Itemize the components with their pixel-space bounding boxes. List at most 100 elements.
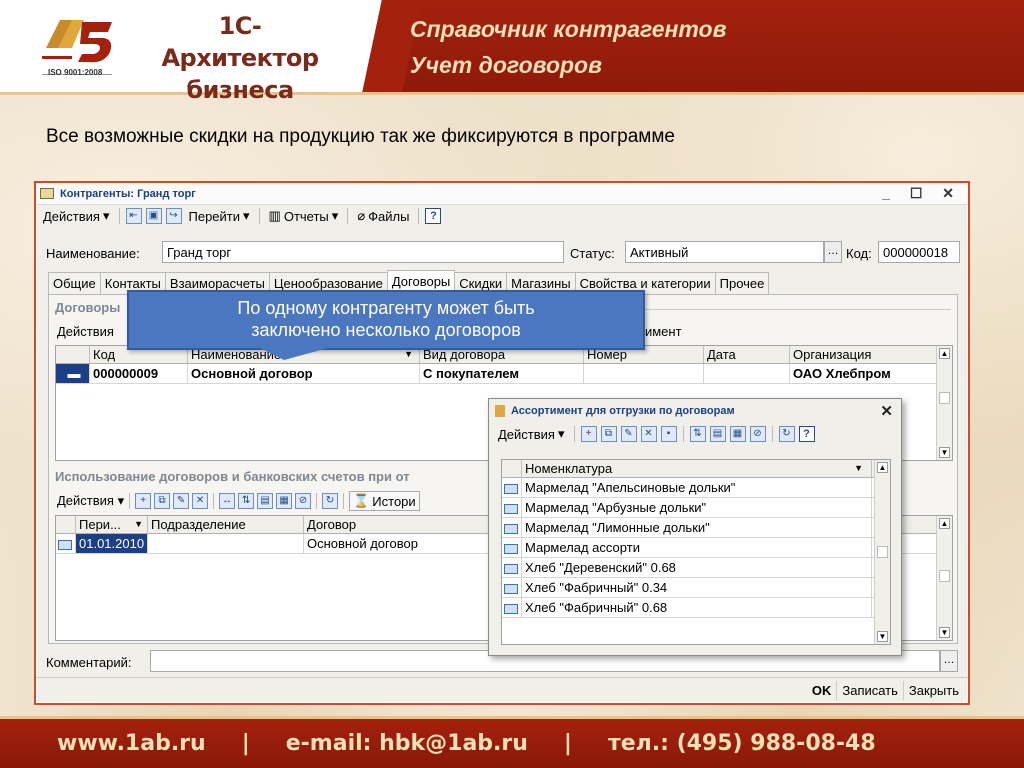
usage-section-title: Использование договоров и банковских сче…: [55, 469, 410, 484]
window-controls[interactable]: _ ☐ ✕: [882, 185, 962, 202]
list-item[interactable]: Мармелад "Апельсиновые дольки": [502, 478, 890, 498]
edit-icon[interactable]: ✎: [620, 426, 637, 442]
status-select-button[interactable]: …: [824, 241, 842, 263]
usage-scrollbar[interactable]: ▲ ▼: [936, 516, 952, 640]
refresh-icon[interactable]: ↻: [322, 493, 339, 509]
header-title-panel: Справочник контрагентов Учет договоров: [362, 0, 1024, 92]
record-icon: [58, 539, 72, 550]
list-item[interactable]: Мармелад "Арбузные дольки": [502, 498, 890, 518]
sort-icon[interactable]: ⇅: [238, 493, 255, 509]
col-org[interactable]: Организация: [790, 346, 938, 363]
logo: ISO 9001:2008: [38, 10, 118, 82]
assortment-link[interactable]: тимент: [639, 321, 682, 341]
filter-icon[interactable]: ▤: [709, 426, 726, 442]
delete-icon[interactable]: ✕: [640, 426, 657, 442]
col-period[interactable]: Пери... ▼: [76, 516, 148, 533]
list-item[interactable]: Мармелад "Лимонные дольки": [502, 518, 890, 538]
history-button[interactable]: ⌛ Истори: [349, 491, 420, 511]
item-icon: [504, 543, 518, 554]
assortment-rows: Мармелад "Апельсиновые дольки" Мармелад "…: [502, 478, 890, 618]
copy-icon[interactable]: ⧉: [600, 426, 617, 442]
table-row[interactable]: ▬ 000000009 Основной договор С покупател…: [56, 364, 952, 384]
contracts-scrollbar[interactable]: ▲ ▼: [936, 346, 952, 460]
col-contract[interactable]: Договор: [304, 516, 504, 533]
sort-icon[interactable]: ⇅: [689, 426, 706, 442]
close-button[interactable]: Закрыть: [904, 681, 964, 700]
add-icon[interactable]: +: [135, 493, 152, 509]
delete-icon[interactable]: ✕: [192, 493, 209, 509]
code-field[interactable]: 000000018: [878, 241, 960, 263]
footer-email[interactable]: e-mail: hbk@1ab.ru: [286, 731, 528, 756]
header-title-2: Учет договоров: [410, 52, 602, 78]
actions-menu[interactable]: Действия ▾: [40, 207, 113, 225]
list-item[interactable]: Хлеб "Деревенский" 0.68: [502, 558, 890, 578]
item-icon: [504, 603, 518, 614]
name-field[interactable]: Гранд торг: [162, 241, 564, 263]
assortment-scrollbar[interactable]: ▲ ▼: [874, 460, 890, 644]
footer-site[interactable]: www.1ab.ru: [57, 731, 206, 756]
view-icon[interactable]: ▦: [276, 493, 293, 509]
item-label: Мармелад "Лимонные дольки": [522, 518, 872, 537]
item-icon: [504, 563, 518, 574]
item-icon: [504, 523, 518, 534]
save-button[interactable]: Записать: [837, 681, 904, 700]
help-icon[interactable]: ?: [425, 208, 442, 224]
files-button[interactable]: ⌀ Файлы: [354, 207, 412, 225]
col-department[interactable]: Подразделение: [148, 516, 304, 533]
header-fields: Наименование: Гранд торг Статус: Активны…: [44, 241, 960, 265]
item-icon: [504, 503, 518, 514]
help-icon[interactable]: ?: [798, 426, 815, 442]
goto-menu[interactable]: Перейти ▾: [186, 207, 253, 225]
list-item[interactable]: Мармелад ассорти: [502, 538, 890, 558]
callout-line2: заключено несколько договоров: [251, 320, 521, 340]
arrow-left-icon[interactable]: ⇤: [125, 208, 142, 224]
period-icon[interactable]: ↔: [219, 493, 236, 509]
contracts-toolbar: Действия: [57, 321, 114, 341]
list-item[interactable]: Хлеб "Фабричный" 0.34: [502, 578, 890, 598]
item-label: Мармелад ассорти: [522, 538, 872, 557]
brand-name: 1С-Архитектор бизнеса: [150, 10, 330, 106]
post-icon[interactable]: ▪: [660, 426, 677, 442]
copy-icon[interactable]: ⧉: [154, 493, 171, 509]
goto-icon[interactable]: ↪: [165, 208, 182, 224]
name-label: Наименование:: [46, 246, 140, 261]
tab-other[interactable]: Прочее: [714, 272, 770, 294]
item-label: Мармелад "Арбузные дольки": [522, 498, 872, 517]
item-icon: [504, 483, 518, 494]
brand-line2: бизнеса: [186, 76, 294, 104]
brand-line1: 1С-Архитектор: [161, 12, 319, 72]
callout-bubble: По одному контрагенту может быть заключе…: [127, 290, 645, 350]
clear-filter-icon[interactable]: ⊘: [749, 426, 766, 442]
refresh-icon[interactable]: ↻: [778, 426, 795, 442]
assortment-table: Номенклатура ▼ Мармелад "Апельсиновые дол…: [501, 459, 891, 645]
row-marker-icon: ▬: [56, 364, 90, 383]
popup-titlebar[interactable]: Ассортимент для отгрузки по договорам: [489, 399, 901, 423]
popup-actions-menu[interactable]: Действия ▾: [495, 425, 568, 443]
col-date[interactable]: Дата: [704, 346, 790, 363]
assortment-header: Номенклатура ▼: [502, 460, 890, 478]
add-icon[interactable]: +: [580, 426, 597, 442]
iso-label: ISO 9001:2008: [48, 68, 103, 77]
reports-menu[interactable]: ▥ Отчеты ▾: [266, 207, 342, 225]
intro-text: Все возможные скидки на продукцию так же…: [46, 126, 675, 147]
form-icon[interactable]: ▣: [145, 208, 162, 224]
col-nomenclature[interactable]: Номенклатура ▼: [522, 460, 872, 477]
filter-icon[interactable]: ▤: [257, 493, 274, 509]
usage-actions-menu[interactable]: Действия ▾: [57, 493, 124, 509]
ok-button[interactable]: OK: [807, 681, 838, 700]
folder-icon: [495, 405, 505, 417]
status-label: Статус:: [570, 246, 615, 261]
view-icon[interactable]: ▦: [729, 426, 746, 442]
window-titlebar[interactable]: Контрагенты: Гранд торг _ ☐ ✕: [36, 183, 968, 205]
edit-icon[interactable]: ✎: [173, 493, 190, 509]
dialog-buttons: OK Записать Закрыть: [36, 677, 968, 703]
status-field[interactable]: Активный: [625, 241, 824, 263]
list-item[interactable]: Хлеб "Фабричный" 0.68: [502, 598, 890, 618]
tab-general[interactable]: Общие: [48, 272, 101, 294]
clear-filter-icon[interactable]: ⊘: [295, 493, 312, 509]
contracts-actions-menu[interactable]: Действия: [57, 324, 114, 339]
comment-label: Комментарий:: [46, 655, 132, 670]
comment-select-button[interactable]: …: [940, 650, 958, 672]
close-icon[interactable]: ✕: [880, 402, 893, 420]
callout-tail: [260, 348, 328, 360]
